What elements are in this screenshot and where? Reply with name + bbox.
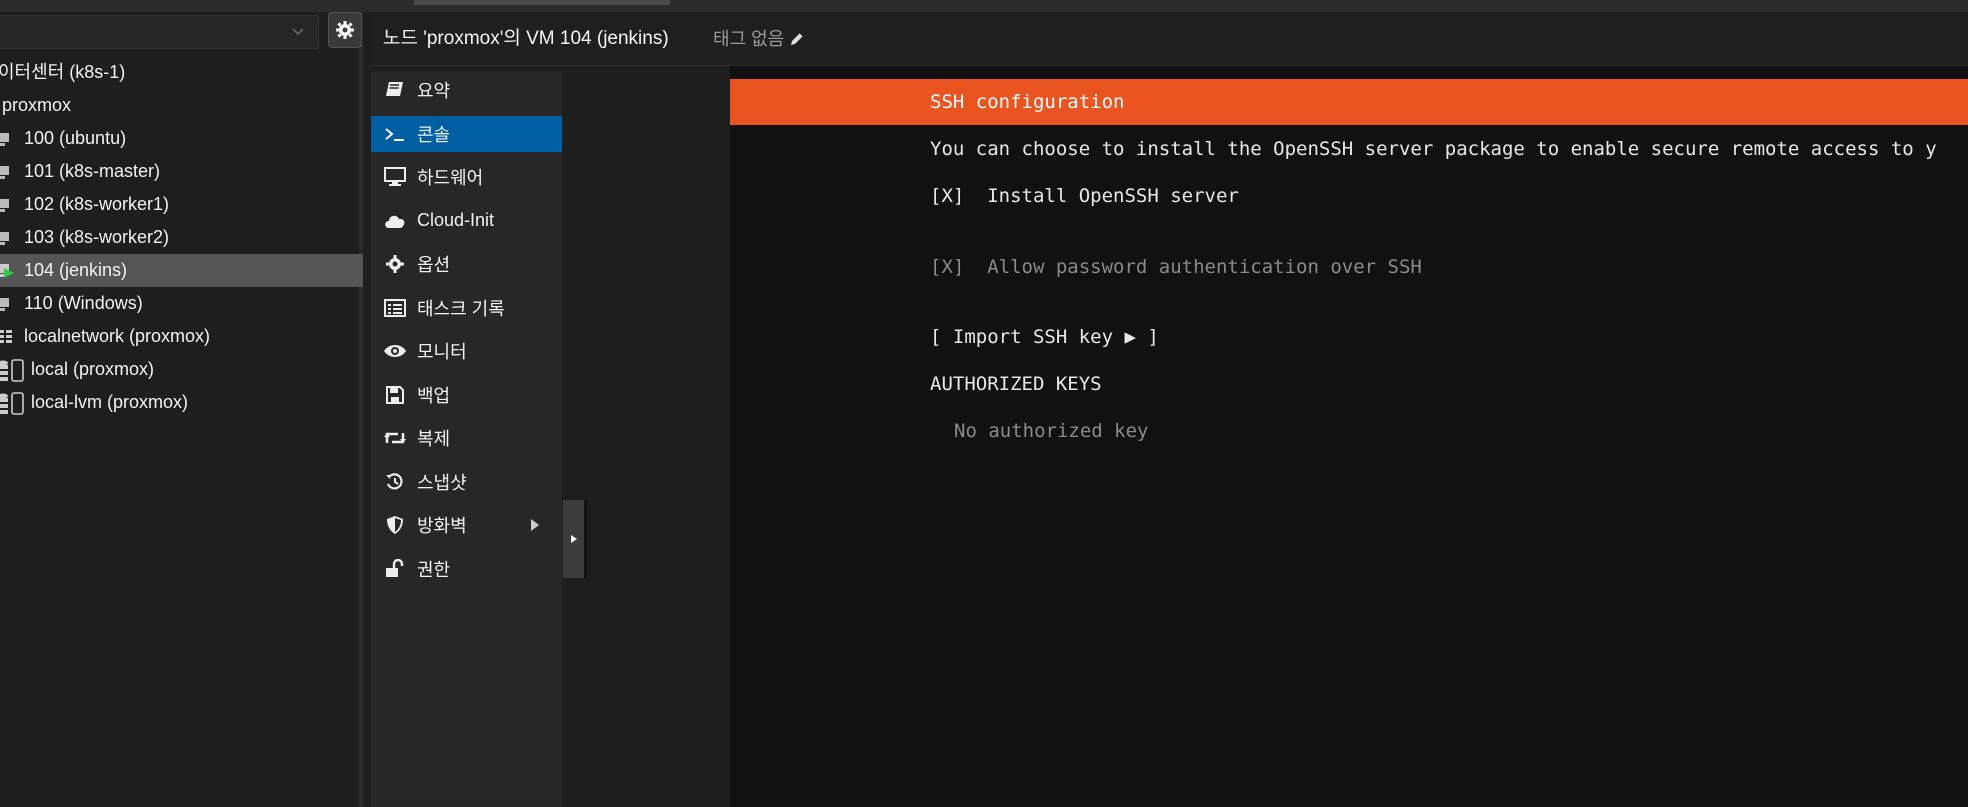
shield-icon [383, 513, 407, 537]
menu-item-backup[interactable]: 백업 [371, 377, 562, 413]
tree-item-vm-103[interactable]: 103 (k8s-worker2) [0, 221, 363, 254]
list-icon [383, 296, 407, 320]
monitor-icon [383, 165, 407, 189]
tree-item-vm-110[interactable]: 110 (Windows) [0, 287, 363, 320]
import-ssh-key-button[interactable]: [ Import SSH key ▶ ] [930, 326, 1159, 348]
menu-item-options[interactable]: 옵션 [371, 246, 562, 282]
caret-right-icon [531, 519, 539, 531]
tree-item-label: 103 (k8s-worker2) [24, 227, 170, 247]
proxmox-window: 이터센터 (k8s-1) proxmox 100 (ubuntu) 101 (k… [0, 0, 1968, 807]
menu-item-label: 하드웨어 [417, 168, 484, 188]
menu-item-label: 방화벽 [417, 516, 467, 536]
resource-tree: 이터센터 (k8s-1) proxmox 100 (ubuntu) 101 (k… [0, 56, 363, 419]
top-strip [0, 0, 1968, 12]
tree-item-vm-102[interactable]: 102 (k8s-worker1) [0, 188, 363, 221]
book-icon [383, 78, 407, 102]
storage-icon [0, 353, 26, 386]
tree-item-storage-local-lvm[interactable]: local-lvm (proxmox) [0, 386, 363, 419]
cloud-icon [383, 209, 407, 233]
menu-item-console[interactable]: 콘솔 [371, 115, 562, 152]
tree-item-label: local-lvm (proxmox) [31, 392, 189, 412]
menu-collapse-handle[interactable] [563, 500, 587, 578]
network-grid-icon [0, 320, 12, 353]
content-header: 노드 'proxmox'의 VM 104 (jenkins) 태그 없음 [371, 12, 1968, 66]
tree-item-label: 100 (ubuntu) [24, 128, 127, 148]
ssh-description: You can choose to install the OpenSSH se… [930, 138, 1937, 160]
vm-icon [0, 287, 10, 320]
menu-item-label: 옵션 [417, 255, 451, 275]
allow-password-checkbox[interactable]: [X] Allow password authentication over S… [930, 256, 1422, 278]
page-title: 노드 'proxmox'의 VM 104 (jenkins) [383, 28, 669, 49]
tree-item-vm-104[interactable]: 104 (jenkins) [0, 254, 363, 287]
tree-item-datacenter[interactable]: 이터센터 (k8s-1) [0, 56, 363, 89]
vm-icon [0, 188, 10, 221]
eye-icon [383, 339, 407, 363]
pencil-icon[interactable] [788, 30, 806, 48]
vm-running-icon [0, 254, 16, 287]
tree-item-storage-local[interactable]: local (proxmox) [0, 353, 363, 386]
no-authorized-key-text: No authorized key [954, 420, 1149, 442]
tree-settings-button[interactable] [328, 12, 362, 48]
vm-menu: 요약 콘솔 하드웨어 Cloud-Init 옵션 태스크 기록 모니터 백업 복… [371, 72, 562, 807]
menu-item-label: 권한 [417, 559, 451, 580]
menu-item-cloud-init[interactable]: Cloud-Init [371, 203, 562, 239]
tree-item-label: 104 (jenkins) [24, 260, 128, 280]
tree-item-node[interactable]: proxmox [0, 89, 363, 122]
menu-item-label: 스냅샷 [417, 472, 467, 493]
vm-icon [0, 155, 10, 188]
installer-title: SSH configuration [930, 91, 1125, 113]
tree-item-label: 이터센터 (k8s-1) [0, 62, 126, 82]
menu-item-label: 백업 [417, 385, 451, 406]
menu-item-permissions[interactable]: 권한 [371, 551, 562, 587]
vm-icon [0, 122, 10, 155]
gear-icon [336, 21, 354, 39]
menu-item-firewall[interactable]: 방화벽 [371, 507, 562, 543]
server-view-select[interactable] [0, 15, 319, 49]
menu-item-snapshots[interactable]: 스냅샷 [371, 464, 562, 500]
installer-title-bar: SSH configuration [730, 79, 1968, 125]
tree-item-label: 110 (Windows) [24, 293, 143, 313]
tree-item-label: 102 (k8s-worker1) [24, 194, 170, 214]
tags-label: 태그 없음 [713, 29, 785, 49]
resource-tree-panel: 이터센터 (k8s-1) proxmox 100 (ubuntu) 101 (k… [0, 12, 363, 807]
install-openssh-checkbox[interactable]: [X] Install OpenSSH server [930, 185, 1239, 207]
top-scroll-indicator [414, 0, 670, 5]
menu-item-label: 요약 [417, 81, 451, 101]
tree-item-vm-101[interactable]: 101 (k8s-master) [0, 155, 363, 188]
menu-item-label: Cloud-Init [417, 210, 495, 230]
storage-icon [0, 386, 26, 419]
tags-editor[interactable]: 태그 없음 [713, 12, 806, 66]
tree-item-label: proxmox [2, 95, 72, 115]
menu-item-label: 모니터 [417, 342, 467, 362]
vm-icon [0, 221, 10, 254]
menu-item-replication[interactable]: 복제 [371, 420, 562, 456]
console-margin [563, 66, 730, 807]
terminal-icon [383, 122, 407, 146]
retweet-icon [383, 426, 407, 450]
vm-console-screen[interactable]: SSH configuration You can choose to inst… [730, 66, 1968, 807]
authorized-keys-heading: AUTHORIZED KEYS [930, 373, 1102, 395]
chevron-down-icon [292, 28, 304, 36]
tree-item-vm-100[interactable]: 100 (ubuntu) [0, 122, 363, 155]
tree-toolbar [0, 12, 363, 52]
tree-item-label: localnetwork (proxmox) [24, 326, 211, 346]
caret-right-icon [570, 535, 577, 543]
tree-item-label: 101 (k8s-master) [24, 161, 161, 181]
gear-icon [383, 252, 407, 276]
floppy-icon [383, 383, 407, 407]
history-icon [383, 470, 407, 494]
menu-item-label: 태스크 기록 [417, 298, 505, 319]
menu-item-label: 콘솔 [417, 124, 451, 145]
tree-item-label: local (proxmox) [31, 359, 155, 379]
menu-item-label: 복제 [417, 429, 451, 449]
menu-item-task-history[interactable]: 태스크 기록 [371, 290, 562, 326]
menu-item-summary[interactable]: 요약 [371, 72, 562, 108]
unlock-icon [383, 557, 407, 581]
menu-item-hardware[interactable]: 하드웨어 [371, 159, 562, 195]
tree-item-localnetwork[interactable]: localnetwork (proxmox) [0, 320, 363, 353]
menu-item-monitor[interactable]: 모니터 [371, 333, 562, 369]
